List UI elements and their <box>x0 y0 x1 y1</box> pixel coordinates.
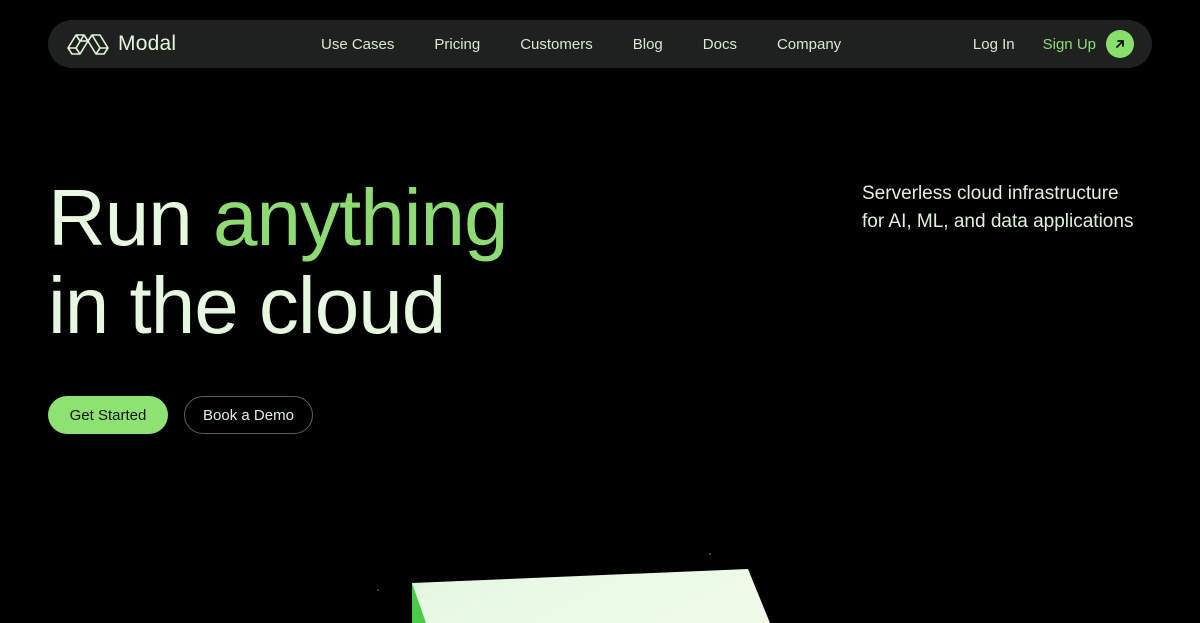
nav-link-pricing[interactable]: Pricing <box>434 36 480 53</box>
nav-link-docs[interactable]: Docs <box>703 36 737 53</box>
modal-logo-icon <box>67 34 109 55</box>
hero-sparkle <box>709 553 711 555</box>
nav-link-customers[interactable]: Customers <box>520 36 593 53</box>
logo-link[interactable]: Modal <box>66 31 176 57</box>
get-started-button[interactable]: Get Started <box>48 396 168 434</box>
headline-part1: Run <box>48 173 213 262</box>
tagline-line2: for AI, ML, and data applications <box>862 211 1134 232</box>
nav-link-use-cases[interactable]: Use Cases <box>321 36 394 53</box>
nav-link-blog[interactable]: Blog <box>633 36 663 53</box>
brand-name: Modal <box>118 32 177 55</box>
hero-sparkle <box>377 589 379 591</box>
hero-shape-side-face <box>412 583 426 623</box>
login-link[interactable]: Log In <box>973 36 1015 53</box>
headline-part2: in the cloud <box>48 261 446 350</box>
top-navbar: Modal Use Cases Pricing Customers Blog D… <box>48 20 1152 68</box>
hero-tagline: Serverless cloud infrastructure for AI, … <box>862 180 1133 236</box>
hero-headline: Run anything in the cloud <box>48 173 508 350</box>
signup-link[interactable]: Sign Up <box>1043 36 1096 53</box>
arrow-up-right-icon <box>1116 40 1124 48</box>
tagline-line1: Serverless cloud infrastructure <box>862 183 1119 204</box>
hero-shape-top-face <box>412 569 770 623</box>
nav-auth: Log In Sign Up <box>973 20 1134 68</box>
nav-links: Use Cases Pricing Customers Blog Docs Co… <box>321 20 881 68</box>
headline-accent: anything <box>212 173 508 262</box>
book-demo-button[interactable]: Book a Demo <box>184 396 313 434</box>
nav-link-company[interactable]: Company <box>777 36 841 53</box>
signup-arrow-button[interactable] <box>1106 30 1134 58</box>
